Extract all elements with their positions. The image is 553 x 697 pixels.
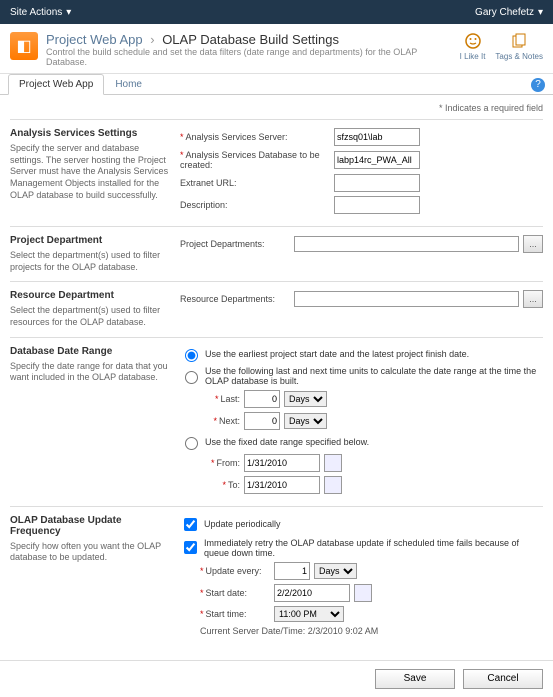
like-button[interactable]: I Like It	[460, 32, 486, 61]
user-menu[interactable]: Gary Chefetz▾	[475, 7, 543, 18]
last-input[interactable]	[244, 390, 280, 408]
section-title: Analysis Services Settings	[10, 128, 170, 139]
db-input[interactable]	[334, 151, 420, 169]
cancel-button[interactable]: Cancel	[463, 669, 543, 689]
section-title: Resource Department	[10, 290, 170, 301]
radio-fixed-label: Use the fixed date range specified below…	[205, 437, 369, 447]
tab-project-web-app[interactable]: Project Web App	[8, 74, 104, 95]
from-date[interactable]	[244, 454, 320, 472]
section-title: OLAP Database Update Frequency	[10, 515, 170, 537]
app-icon: ◧	[10, 32, 38, 60]
check-retry-label: Immediately retry the OLAP database upda…	[204, 538, 543, 558]
proj-dept-input[interactable]	[294, 236, 519, 252]
calendar-icon[interactable]	[324, 476, 342, 494]
chevron-right-icon: ›	[150, 32, 154, 47]
tab-home[interactable]: Home	[104, 74, 153, 95]
required-note: * Indicates a required field	[10, 103, 543, 113]
label-res-dept: Resource Departments:	[180, 294, 290, 304]
page-subtitle: Control the build schedule and set the d…	[46, 47, 460, 67]
last-unit[interactable]: Days	[284, 391, 327, 407]
start-date[interactable]	[274, 584, 350, 602]
start-time[interactable]: 11:00 PM	[274, 606, 344, 622]
tags-notes-button[interactable]: Tags & Notes	[495, 32, 543, 61]
label-description: Description:	[180, 200, 330, 210]
chevron-down-icon: ▾	[538, 7, 543, 18]
calendar-icon[interactable]	[324, 454, 342, 472]
radio-fixed[interactable]	[185, 437, 198, 450]
section-desc: Specify the date range for data that you…	[10, 361, 170, 384]
res-dept-input[interactable]	[294, 291, 519, 307]
help-icon[interactable]: ?	[531, 78, 545, 92]
description-input[interactable]	[334, 196, 420, 214]
radio-units-label: Use the following last and next time uni…	[205, 366, 543, 386]
page-title: OLAP Database Build Settings	[162, 32, 339, 47]
to-date[interactable]	[244, 476, 320, 494]
section-desc: Specify the server and database settings…	[10, 143, 170, 201]
save-button[interactable]: Save	[375, 669, 455, 689]
extranet-input[interactable]	[334, 174, 420, 192]
label-extranet: Extranet URL:	[180, 178, 330, 188]
every-input[interactable]	[274, 562, 310, 580]
res-dept-picker[interactable]: …	[523, 290, 543, 308]
calendar-icon[interactable]	[354, 584, 372, 602]
server-input[interactable]	[334, 128, 420, 146]
radio-earliest-label: Use the earliest project start date and …	[205, 349, 469, 359]
check-periodic[interactable]	[184, 518, 197, 531]
section-desc: Specify how often you want the OLAP data…	[10, 541, 170, 564]
section-title: Database Date Range	[10, 346, 170, 357]
breadcrumb: Project Web App › OLAP Database Build Se…	[46, 32, 460, 47]
label-proj-dept: Project Departments:	[180, 239, 290, 249]
section-desc: Select the department(s) used to filter …	[10, 305, 170, 328]
radio-units[interactable]	[185, 371, 198, 384]
check-retry[interactable]	[184, 541, 197, 554]
section-desc: Select the department(s) used to filter …	[10, 250, 170, 273]
label-server: *Analysis Services Server:	[180, 132, 330, 142]
breadcrumb-root[interactable]: Project Web App	[46, 32, 143, 47]
every-unit[interactable]: Days	[314, 563, 357, 579]
label-db: *Analysis Services Database to be create…	[180, 150, 330, 170]
next-input[interactable]	[244, 412, 280, 430]
next-unit[interactable]: Days	[284, 413, 327, 429]
proj-dept-picker[interactable]: …	[523, 235, 543, 253]
site-actions-menu[interactable]: Site Actions▾	[10, 7, 71, 18]
radio-earliest[interactable]	[185, 349, 198, 362]
server-time-note: Current Server Date/Time: 2/3/2010 9:02 …	[200, 626, 543, 636]
chevron-down-icon: ▾	[66, 7, 71, 18]
section-title: Project Department	[10, 235, 170, 246]
